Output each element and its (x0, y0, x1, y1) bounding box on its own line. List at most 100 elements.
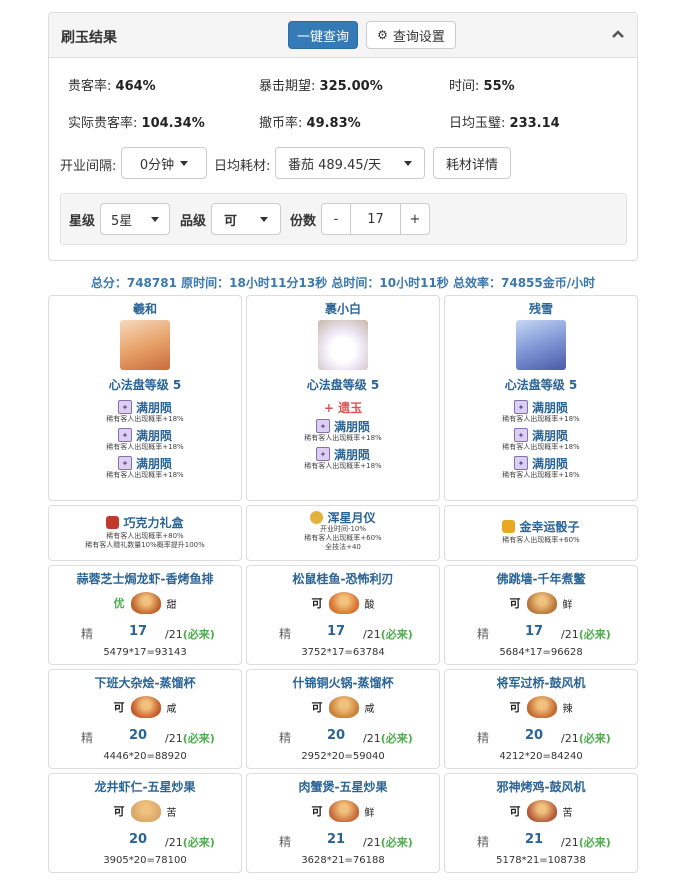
skill-icon: ✦ (117, 428, 132, 442)
equip-desc: 稀有客人出现概率+80% (106, 532, 184, 540)
skill-list: ✦ 满朋陨 稀有客人出现概率+18% ✦ 满朋陨 稀有客人出现概率+18% ✦ 满朋陨… (49, 399, 241, 480)
dish-card[interactable]: 下班大杂烩-蒸馏杯可咸精 20/21(必来) 4446*20=88920 (48, 669, 242, 769)
dish-meta: 优甜 (49, 591, 241, 615)
chef-level: 心法盘等级 5 (504, 378, 578, 392)
equip-card[interactable]: 浑星月仪 开业时间-10% 稀有客人出现概率+60% 全技法+40 (246, 505, 440, 561)
query-settings-label: 查询设置 (392, 29, 445, 45)
dish-max: /21(必来) (363, 836, 413, 849)
gift-box-icon (106, 515, 120, 529)
equip-card[interactable]: 巧克力礼盒 稀有客人出现概率+80% 稀有客人赠礼数量10%概率提升100% (48, 505, 242, 561)
dish-card[interactable]: 龙井虾仁-五星炒果可苦 20/21(必来) 3905*20=78100 (48, 773, 242, 873)
caret-down-icon (260, 216, 268, 222)
equip-name: 金幸运骰子 (445, 518, 637, 534)
dish-count: 20 (525, 728, 544, 743)
caret-down-icon (151, 216, 159, 222)
dish-title: 将军过桥-鼓风机 (496, 676, 586, 690)
dish-title: 什锦铜火锅-蒸馏杯 (292, 676, 394, 690)
dish-grade: 可 (311, 701, 323, 714)
chef-card[interactable]: 残雪 心法盘等级 5 ✦ 满朋陨 稀有客人出现概率+18% ✦ 满朋陨 稀有客人出现… (444, 295, 638, 501)
dish-formula: 5178*21=108738 (496, 855, 586, 866)
summary-line: 总分：748781 原时间：18小时11分13秒 总时间：10小时11秒 总效率… (90, 276, 596, 290)
dish-card[interactable]: 将军过桥-鼓风机可辣精 20/21(必来) 4212*20=84240 (444, 669, 638, 769)
plus-label: + (409, 211, 421, 227)
dish-card[interactable]: 邪神烤鸡-鼓风机可苦精 21/21(必来) 5178*21=108738 (444, 773, 638, 873)
open-interval-value: 0分钟 (139, 157, 175, 173)
dish-grade: 可 (311, 597, 323, 610)
query-settings-button[interactable]: ⚙ 查询设置 (366, 21, 456, 49)
chef-card[interactable]: 裹小白 心法盘等级 5 + 遗玉 ✦ 满朋陨 稀有客人出现概率+18% ✦ 满朋陨 … (246, 295, 440, 501)
dish-meta: 可咸 (247, 695, 439, 719)
dish-card[interactable]: 蒜蓉芝士焗龙虾-香烤鱼排优甜精 17/21(必来) 5479*17=93143 (48, 565, 242, 665)
dish-max: /21(必来) (561, 628, 611, 641)
skill-item: ✦ 满朋陨 (445, 455, 637, 471)
dish-count: 17 (129, 624, 148, 639)
skill-item: ✦ 满朋陨 (49, 427, 241, 443)
dish-count: 17 (525, 624, 544, 639)
star-instrument-icon (310, 510, 324, 524)
dish-grade: 可 (113, 701, 125, 714)
filter-subpanel: 星级 5星 品级 可 份数 - 17 + (60, 193, 627, 245)
skill-icon: ✦ (315, 419, 330, 433)
chef-card[interactable]: 羲和 心法盘等级 5 ✦ 满朋陨 稀有客人出现概率+18% ✦ 满朋陨 稀有客人出现… (48, 295, 242, 501)
dish-count: 20 (129, 728, 148, 743)
dish-card[interactable]: 佛跳墙-千年煮鳖可鲜精 17/21(必来) 5684*17=96628 (444, 565, 638, 665)
skill-item: ✦ 满朋陨 (247, 418, 439, 434)
dish-image (328, 800, 359, 822)
dish-grade: 优 (113, 597, 125, 610)
skill-icon: ✦ (117, 456, 132, 470)
dish-card[interactable]: 肉蟹煲-五星炒果可鲜精 21/21(必来) 3628*21=76188 (246, 773, 440, 873)
dish-card[interactable]: 松鼠桂鱼-恐怖利刃可酸精 17/21(必来) 3752*17=63784 (246, 565, 440, 665)
chevron-up-icon[interactable] (611, 26, 625, 40)
skill-desc: 稀有客人出现概率+18% (502, 471, 580, 479)
skill-item: ✦ 满朋陨 (49, 455, 241, 471)
open-interval-dropdown[interactable]: 0分钟 (121, 147, 207, 179)
dish-jing: 精 (81, 627, 94, 641)
dish-image (526, 592, 557, 614)
dish-max: /21(必来) (561, 836, 611, 849)
panel-header: 刷玉结果 一键查询 ⚙ 查询设置 (49, 13, 637, 58)
chef-avatar (318, 320, 368, 370)
dish-formula: 3752*17=63784 (301, 647, 385, 658)
dish-card[interactable]: 什锦铜火锅-蒸馏杯可咸精 20/21(必来) 2952*20=59040 (246, 669, 440, 769)
dish-jing: 精 (477, 731, 490, 745)
dish-flavor: 苦 (562, 807, 573, 819)
dish-count: 21 (327, 832, 346, 847)
skill-desc: 稀有客人出现概率+18% (106, 415, 184, 423)
daily-cost-dropdown[interactable]: 番茄 489.45/天 (275, 147, 425, 179)
dish-grade: 可 (509, 805, 521, 818)
query-button-label: 一键查询 (296, 29, 349, 45)
dish-formula: 5684*17=96628 (499, 647, 583, 658)
dish-meta: 可酸 (247, 591, 439, 615)
skill-item: ✦ 满朋陨 (445, 427, 637, 443)
dish-grade: 可 (311, 805, 323, 818)
dish-max: /21(必来) (363, 628, 413, 641)
equip-desc: 全技法+40 (325, 543, 361, 551)
query-button[interactable]: 一键查询 (288, 21, 358, 49)
equip-card[interactable]: 金幸运骰子 稀有客人出现概率+60% (444, 505, 638, 561)
dish-flavor: 酸 (364, 599, 375, 611)
chef-level: 心法盘等级 5 (306, 378, 380, 392)
dish-max: /21(必来) (561, 732, 611, 745)
grade-dropdown[interactable]: 可 (211, 203, 281, 235)
star-dropdown[interactable]: 5星 (100, 203, 170, 235)
dish-jing: 精 (477, 835, 490, 849)
dish-max: /21(必来) (165, 732, 215, 745)
chef-level: 心法盘等级 5 (108, 378, 182, 392)
skill-icon: ✦ (513, 400, 528, 414)
dish-formula: 4446*20=88920 (103, 751, 187, 762)
skill-item: ✦ 满朋陨 (247, 446, 439, 462)
dish-grade: 可 (509, 597, 521, 610)
dish-flavor: 鲜 (364, 807, 375, 819)
copies-input[interactable]: 17 (350, 203, 401, 235)
dish-meta: 可辣 (445, 695, 637, 719)
cost-detail-button[interactable]: 耗材详情 (433, 147, 511, 179)
copies-plus-button[interactable]: + (400, 203, 430, 235)
dish-meta: 可苦 (445, 799, 637, 823)
copies-value: 17 (367, 211, 384, 227)
dish-image (130, 800, 161, 822)
chef-avatar (120, 320, 170, 370)
chef-name: 羲和 (132, 302, 157, 316)
copies-minus-button[interactable]: - (321, 203, 351, 235)
daily-cost-value: 番茄 489.45/天 (288, 157, 381, 173)
dish-title: 松鼠桂鱼-恐怖利刃 (292, 572, 394, 586)
